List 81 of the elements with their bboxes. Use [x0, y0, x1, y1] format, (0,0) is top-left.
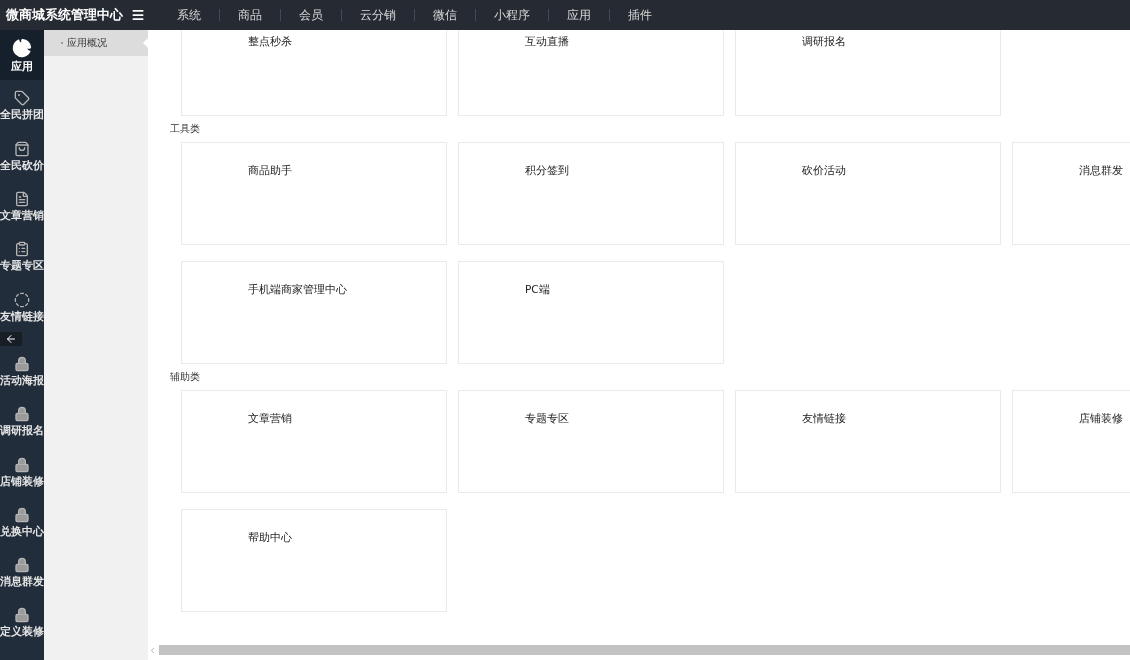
- back-button[interactable]: [0, 331, 22, 346]
- sidebar-item[interactable]: 应用: [0, 30, 44, 81]
- sidebar-item[interactable]: 消息群发: [0, 546, 44, 598]
- sidebar-label: 定义装修: [0, 626, 44, 638]
- nav-link[interactable]: 微信: [414, 9, 475, 21]
- card-title: 专题专区: [525, 412, 569, 424]
- card-title: 友情链接: [802, 412, 846, 424]
- app-card[interactable]: 砍价活动: [735, 142, 1001, 245]
- lock-icon: [14, 506, 30, 523]
- app-card[interactable]: 调研报名: [735, 30, 1001, 116]
- app-card[interactable]: 手机端商家管理中心: [181, 261, 447, 364]
- nav-link[interactable]: 插件: [609, 9, 670, 21]
- pointer-triangle-icon: [143, 38, 148, 48]
- tag-icon: [14, 90, 30, 107]
- sidebar-label: 活动海报: [0, 374, 44, 386]
- sidebar-item[interactable]: 专题专区: [0, 231, 44, 282]
- arrow-left-icon: [5, 332, 17, 345]
- app-card[interactable]: 整点秒杀: [181, 30, 447, 116]
- sidebar-item[interactable]: 定义装修: [0, 597, 44, 648]
- sidebar-label: 专题专区: [0, 260, 44, 272]
- clipboard-icon: [14, 241, 30, 258]
- app-card[interactable]: 积分签到: [458, 142, 724, 245]
- sidebar-label: 调研报名: [0, 425, 44, 437]
- card-title: 消息群发: [1079, 164, 1123, 176]
- sidebar-item[interactable]: 活动海报: [0, 345, 44, 397]
- lock-icon: [14, 607, 30, 624]
- card-title: 调研报名: [802, 35, 846, 47]
- app-card[interactable]: 商品助手: [181, 142, 447, 245]
- card-title: 互动直播: [525, 35, 569, 47]
- sidebar-label: 全民砍价: [0, 159, 44, 171]
- app-card[interactable]: 消息群发: [1012, 142, 1130, 245]
- sidebar-label: 兑换中心: [0, 525, 44, 537]
- sidebar-label: 店铺装修: [0, 475, 44, 487]
- sidebar-label: 全民拼团: [0, 109, 44, 121]
- sidebar-label: 消息群发: [0, 576, 44, 588]
- sidebar-item[interactable]: 全民拼团: [0, 80, 44, 131]
- card-title: 商品助手: [248, 164, 292, 176]
- card-title: 手机端商家管理中心: [248, 283, 347, 295]
- subnav-item[interactable]: 应用概况: [44, 30, 148, 56]
- card-title: 砍价活动: [802, 164, 846, 176]
- sidebar-item[interactable]: 全民砍价: [0, 130, 44, 181]
- app-card[interactable]: 互动直播: [458, 30, 724, 116]
- sidebar-label: 应用: [11, 61, 33, 73]
- nav-link[interactable]: 小程序: [475, 9, 548, 21]
- app-card[interactable]: 专题专区: [458, 390, 724, 493]
- sidebar-item[interactable]: 店铺装修: [0, 446, 44, 497]
- document-icon: [14, 191, 30, 208]
- app-card[interactable]: 友情链接: [735, 390, 1001, 493]
- pie-chart-icon: [12, 38, 32, 59]
- ring-icon: [14, 291, 30, 308]
- nav-link[interactable]: 商品: [219, 9, 280, 21]
- card-title: 文章营销: [248, 412, 292, 424]
- card-title: PC端: [525, 283, 550, 295]
- card-title: 积分签到: [525, 164, 569, 176]
- card-title: 店铺装修: [1079, 412, 1123, 424]
- lock-icon: [14, 406, 30, 423]
- nav-link[interactable]: 云分销: [341, 9, 414, 21]
- sidebar-item[interactable]: 文章营销: [0, 180, 44, 232]
- bag-icon: [14, 140, 30, 157]
- card-title: 帮助中心: [248, 531, 292, 543]
- app-card[interactable]: 帮助中心: [181, 509, 447, 612]
- menu-icon[interactable]: [131, 8, 145, 22]
- sidebar-item[interactable]: 调研报名: [0, 396, 44, 447]
- app-card[interactable]: 店铺装修: [1012, 390, 1130, 493]
- nav-link[interactable]: 系统: [159, 9, 219, 21]
- card-title: 整点秒杀: [248, 35, 292, 47]
- sidebar-label: 文章营销: [0, 210, 44, 222]
- sidebar-label: 友情链接: [0, 310, 44, 322]
- sidebar-item[interactable]: 兑换中心: [0, 496, 44, 547]
- lock-icon: [14, 557, 30, 574]
- app-card[interactable]: PC端: [458, 261, 724, 364]
- nav-link[interactable]: 应用: [548, 9, 609, 21]
- horizontal-scrollbar[interactable]: [159, 645, 1130, 655]
- app-card[interactable]: 文章营销: [181, 390, 447, 493]
- sidebar-item[interactable]: 友情链接: [0, 281, 44, 332]
- nav-link[interactable]: 会员: [280, 9, 341, 21]
- lock-icon: [14, 456, 30, 473]
- lock-icon: [14, 355, 30, 372]
- section-title: 工具类: [170, 122, 201, 136]
- section-title: 辅助类: [170, 370, 201, 384]
- app-title: 微商城系统管理中心: [5, 6, 123, 24]
